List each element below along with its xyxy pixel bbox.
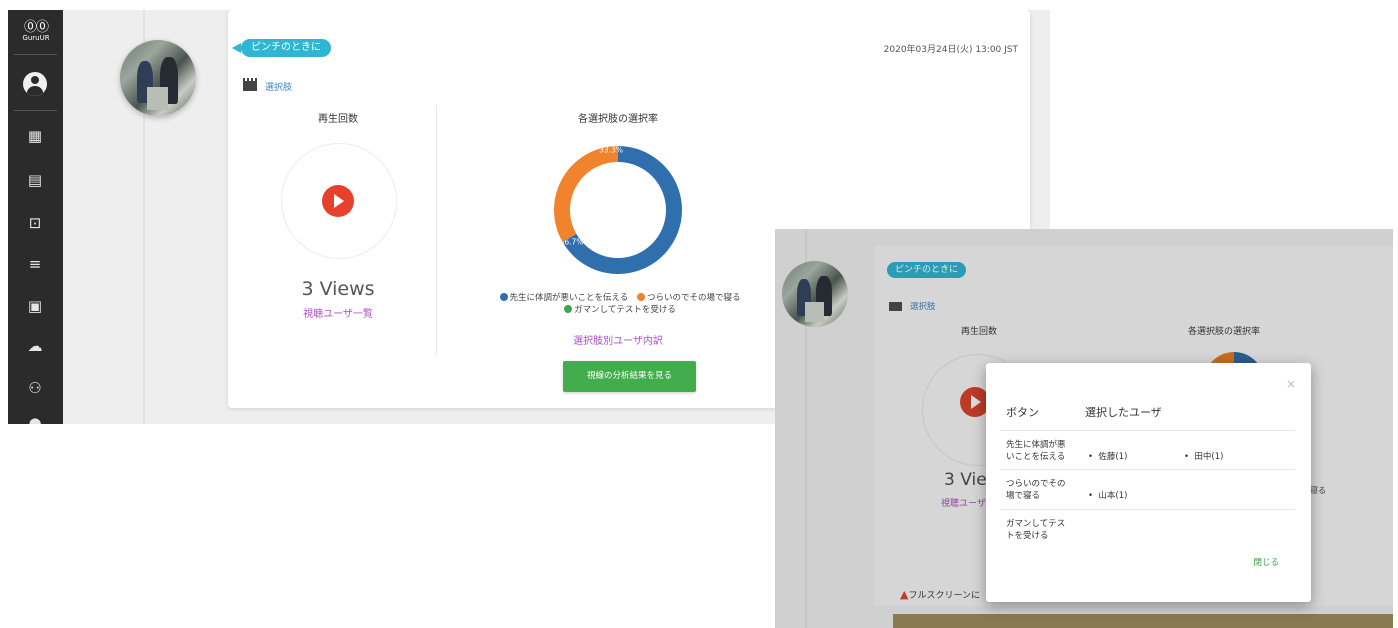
choice-link[interactable]: 選択肢 <box>910 300 936 312</box>
account-icon[interactable] <box>23 72 47 96</box>
video-thumbnail[interactable] <box>120 40 196 116</box>
clipboard-icon[interactable]: ▣ <box>24 297 46 315</box>
column-divider <box>436 105 437 355</box>
viewer-list-link[interactable]: 視聴ユーザ <box>941 496 986 509</box>
library-icon[interactable]: ▤ <box>24 171 46 189</box>
selection-rate-donut: 66.7%33.3% <box>554 145 682 274</box>
sidebar-divider <box>14 54 57 55</box>
clapperboard-icon <box>889 302 902 311</box>
scenario-tag: ピンチのときに <box>241 39 331 57</box>
playlist-icon[interactable]: ≡ <box>24 255 46 273</box>
users-icon[interactable]: ⚇ <box>24 379 46 397</box>
legend-item: つらいのでその場で寝る <box>636 293 740 303</box>
user-list-item: • 山本(1) <box>1088 491 1128 501</box>
table-divider <box>1000 469 1295 470</box>
donut-slice-1[interactable] <box>554 146 618 242</box>
user-breakdown-link[interactable]: 選択肢別ユーザ内訳 <box>548 332 688 347</box>
column-header-users: 選択したユーザ <box>1085 406 1162 419</box>
table-divider <box>1000 509 1295 510</box>
user-breakdown-modal: × ボタン 選択したユーザ 先生に体調が悪いことを伝える • 佐藤(1) • 田… <box>986 363 1311 602</box>
legend-item: 先生に体調が悪いことを伝える <box>499 293 628 303</box>
scenario-tag: ピンチのときに <box>887 262 967 278</box>
cloud-upload-icon[interactable]: ☁ <box>24 337 46 355</box>
play-count-title: 再生回数 <box>960 327 997 337</box>
close-button[interactable]: 閉じる <box>1253 556 1279 568</box>
user-list-item: • 佐藤(1) <box>1088 452 1128 462</box>
table-row-label: つらいのでその場で寝る <box>1006 479 1066 501</box>
table-row-label: 先生に体調が悪いことを伝える <box>1006 440 1066 462</box>
gaze-analysis-button[interactable]: 視線の分析結果を見る <box>563 361 696 392</box>
user-list-item: • 田中(1) <box>1184 452 1224 462</box>
cast-icon[interactable]: ⊡ <box>24 214 46 232</box>
chart-title: 各選択肢の選択率 <box>1187 327 1260 337</box>
dashboard-icon[interactable]: ▦ <box>24 127 46 145</box>
sidebar: ⓪⓪ GuruUR ▦ ▤ ⊡ ≡ ▣ ☁ ⚇ ● <box>8 10 63 424</box>
chart-title: 各選択肢の選択率 <box>578 114 658 125</box>
fullscreen-warning: ▲フルスクリーンに <box>900 588 981 601</box>
logo-text: GuruUR <box>22 34 50 42</box>
viewer-list-link[interactable]: 視聴ユーザ一覧 <box>268 305 408 320</box>
choice-link[interactable]: 選択肢 <box>265 80 292 93</box>
column-header-button: ボタン <box>1006 406 1039 419</box>
chart-legend: 先生に体調が悪いことを伝える つらいのでその場で寝る ガマンしてテストを受ける <box>460 292 780 316</box>
table-divider <box>1000 430 1295 431</box>
video-preview <box>893 614 1393 628</box>
legend-item: ガマンしてテストを受ける <box>564 305 676 315</box>
views-count: 3 Vie <box>944 470 987 490</box>
tag-pointer <box>232 43 241 53</box>
close-icon[interactable]: × <box>1286 377 1296 391</box>
app-logo[interactable]: ⓪⓪ GuruUR <box>18 16 54 42</box>
play-count-title: 再生回数 <box>318 114 358 125</box>
video-thumbnail[interactable] <box>782 261 848 327</box>
play-icon[interactable] <box>322 185 354 217</box>
clapperboard-icon <box>243 78 257 91</box>
datetime-label: 2020年03月24日(火) 13:00 JST <box>883 45 1018 55</box>
modal-screenshot: ピンチのときに 選択肢 再生回数 3 Vie 視聴ユーザ 各選択肢の選択率 で寝… <box>775 229 1393 628</box>
views-count: 3 Views <box>301 278 375 300</box>
sidebar-divider <box>14 110 57 111</box>
logo-glyph: ⓪⓪ <box>23 20 49 35</box>
donut-data-label-1: 33.3% <box>599 145 623 154</box>
table-row-label: ガマンしてテストを受ける <box>1006 519 1066 541</box>
help-icon[interactable]: ● <box>24 414 46 424</box>
